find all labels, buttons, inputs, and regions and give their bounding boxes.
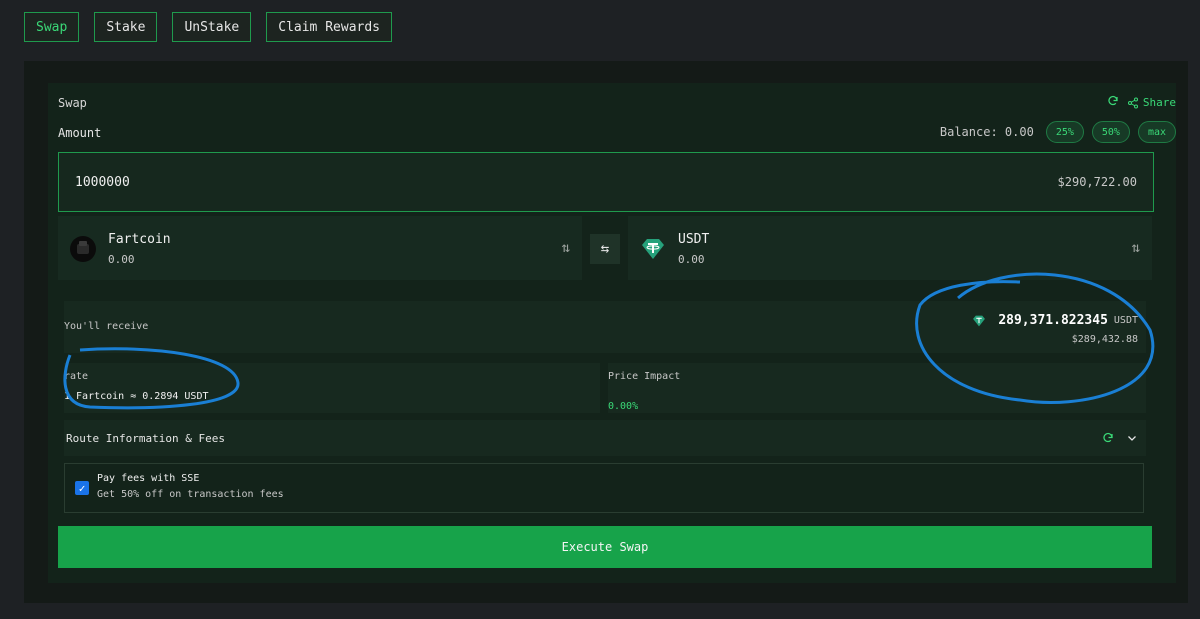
usdt-icon [642,239,664,259]
switch-tokens-button[interactable]: ⇆ [590,234,620,264]
rate-box: rate 1 Fartcoin ≈ 0.2894 USDT [64,363,600,413]
amount-label: Amount [58,126,102,140]
receive-amount: 289,371.822345 USDT [972,313,1138,328]
route-info-row[interactable]: Route Information & Fees [64,420,1146,456]
top-actions: Share [1107,95,1176,110]
to-token-selector[interactable]: USDT 0.00 ⇅ [628,216,1152,280]
tab-bar: Swap Stake UnStake Claim Rewards [24,12,392,42]
pct-25-button[interactable]: 25% [1045,121,1084,143]
share-icon [1127,97,1138,108]
receive-row: You'll receive 289,371.822345 USDT $289,… [64,301,1146,353]
receive-value: 289,371.822345 [998,313,1108,328]
price-impact-box: Price Impact 0.00% [608,363,1146,413]
rate-label: rate [64,371,89,382]
balance-text: Balance: 0.00 [939,125,1034,139]
usdt-icon [973,315,986,326]
pay-fees-title: Pay fees with SSE [97,473,200,484]
sort-icon[interactable]: ⇅ [1132,240,1140,256]
sort-icon[interactable]: ⇅ [562,240,570,256]
refresh-icon[interactable] [1102,432,1114,444]
from-token-name: Fartcoin [108,232,171,247]
from-token-selector[interactable]: Fartcoin 0.00 ⇅ [58,216,582,280]
tab-claim-rewards[interactable]: Claim Rewards [266,12,392,42]
pay-fees-checkbox[interactable]: ✓ [75,481,89,495]
amount-usd: $290,722.00 [1057,175,1137,189]
from-token-balance: 0.00 [108,253,135,266]
balance-row: Balance: 0.00 25% 50% max [940,121,1176,143]
tab-swap[interactable]: Swap [24,12,80,42]
swap-panel: Swap Share Amount Balance: 0.00 25% 50% … [24,61,1188,603]
refresh-icon[interactable] [1107,95,1119,110]
tab-stake[interactable]: Stake [94,12,158,42]
pct-50-button[interactable]: 50% [1091,121,1130,143]
receive-label: You'll receive [64,321,149,332]
execute-swap-button[interactable]: Execute Swap [58,526,1152,568]
price-impact-value: 0.00% [608,401,639,412]
max-button[interactable]: max [1137,121,1176,143]
to-token-name: USDT [678,232,710,247]
chevron-down-icon[interactable] [1126,432,1138,444]
amount-input[interactable]: 1000000 $290,722.00 [58,152,1154,212]
pay-fees-option[interactable]: ✓ Pay fees with SSE Get 50% off on trans… [64,463,1144,513]
share-label: Share [1142,96,1176,109]
fartcoin-icon [70,236,96,262]
to-token-balance: 0.00 [678,253,705,266]
price-impact-label: Price Impact [608,371,681,382]
swap-arrows-icon: ⇆ [600,241,610,257]
share-button[interactable]: Share [1127,96,1176,109]
receive-unit: USDT [1113,315,1138,326]
swap-card: Swap Share Amount Balance: 0.00 25% 50% … [48,83,1176,583]
pay-fees-subtitle: Get 50% off on transaction fees [97,489,284,500]
swap-title: Swap [58,96,87,110]
amount-value: 1000000 [75,174,130,190]
rate-value: 1 Fartcoin ≈ 0.2894 USDT [64,391,209,402]
receive-usd: $289,432.88 [1071,334,1138,345]
route-info-label: Route Information & Fees [66,431,225,445]
tab-unstake[interactable]: UnStake [172,12,252,42]
